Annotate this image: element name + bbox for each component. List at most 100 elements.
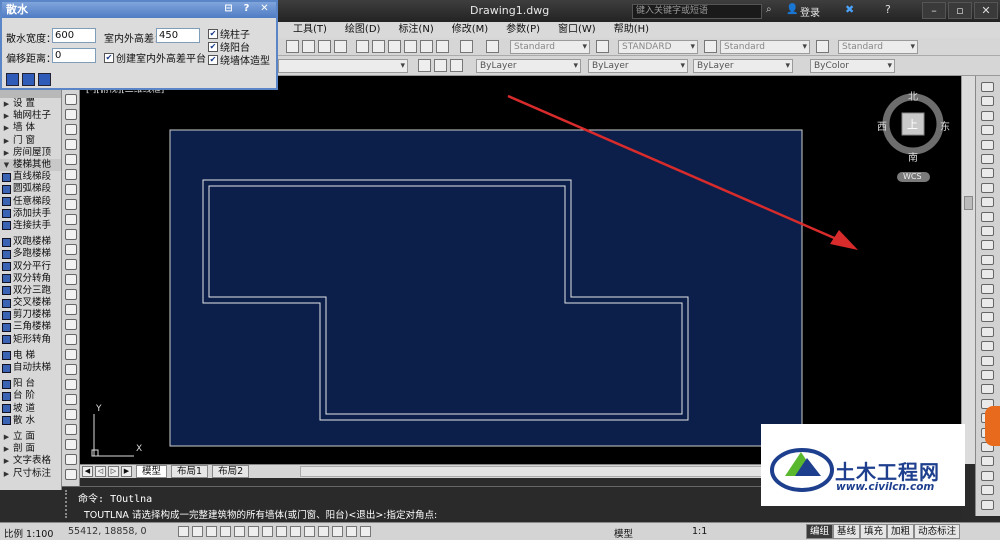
command-input-line[interactable]: TOUTLNA 请选择构成一完整建筑物的所有墙体(或门窗、阳台)<退出>:指定对… bbox=[84, 507, 437, 521]
menu-parametric[interactable]: 参数(P) bbox=[497, 22, 549, 38]
sidebar-item[interactable]: ▼ 楼梯其他 bbox=[0, 158, 61, 172]
plotstyle-select[interactable]: ByColor bbox=[810, 59, 895, 73]
tab-layout2[interactable]: 布局2 bbox=[212, 465, 250, 478]
draw-tool-icon[interactable] bbox=[65, 349, 77, 360]
draw-tool-icon[interactable] bbox=[65, 199, 77, 210]
sidebar-item[interactable]: 双分转角 bbox=[0, 273, 61, 285]
pick-point-icon[interactable] bbox=[22, 73, 35, 86]
modify-tool-icon[interactable] bbox=[981, 326, 994, 337]
draw-tool-icon[interactable] bbox=[65, 244, 77, 255]
height-diff-field[interactable]: 450 bbox=[156, 28, 200, 43]
lineweight-select[interactable]: ByLayer bbox=[693, 59, 793, 73]
sidebar-item[interactable]: 自动扶梯 bbox=[0, 362, 61, 374]
viewcube-top-face[interactable]: 上 bbox=[907, 116, 918, 132]
apron-width-field[interactable]: 600 bbox=[52, 28, 96, 43]
sidebar-item[interactable]: 电 梯 bbox=[0, 350, 61, 362]
sidebar-item[interactable]: 双跑楼梯 bbox=[0, 236, 61, 248]
draw-tool-icon[interactable] bbox=[65, 364, 77, 375]
modify-tool-icon[interactable] bbox=[981, 283, 994, 294]
compass-east[interactable]: 东 bbox=[940, 118, 950, 133]
annotation-scale[interactable]: 1:1 bbox=[692, 526, 707, 537]
pan-icon[interactable] bbox=[286, 40, 299, 53]
menu-help[interactable]: 帮助(H) bbox=[605, 22, 658, 38]
command-grip[interactable] bbox=[65, 490, 74, 518]
around-wall-checkbox[interactable]: ✔ 绕墙体造型 bbox=[208, 52, 270, 67]
sidebar-item[interactable]: 双分平行 bbox=[0, 260, 61, 272]
draw-tool-icon[interactable] bbox=[65, 229, 77, 240]
draw-tool-icon[interactable] bbox=[65, 319, 77, 330]
scale-select[interactable]: 比例 1:100 bbox=[4, 526, 53, 540]
dim-style-select[interactable]: STANDARD bbox=[618, 40, 698, 54]
modify-tool-icon[interactable] bbox=[981, 384, 994, 395]
drafting-toggle-icon[interactable] bbox=[290, 526, 301, 537]
wcs-menu[interactable]: WCS bbox=[903, 172, 922, 181]
multileader-style-icon[interactable] bbox=[816, 40, 829, 53]
scroll-thumb[interactable] bbox=[964, 196, 973, 210]
modify-tool-icon[interactable] bbox=[981, 341, 994, 352]
user-icon[interactable]: 👤 bbox=[786, 4, 798, 15]
first-tab-icon[interactable]: ◀ bbox=[82, 466, 93, 477]
tab-layout1[interactable]: 布局1 bbox=[171, 465, 209, 478]
close-icon[interactable]: ✕ bbox=[258, 3, 271, 16]
modify-tool-icon[interactable] bbox=[981, 154, 994, 164]
sidebar-item[interactable]: 圆弧梯段 bbox=[0, 183, 61, 195]
minimize-button[interactable]: – bbox=[922, 2, 946, 19]
draw-tool-icon[interactable] bbox=[65, 409, 77, 420]
search-icon[interactable]: ⌕ bbox=[766, 4, 772, 15]
modify-tool-icon[interactable] bbox=[981, 226, 994, 236]
help-toolbar-icon[interactable] bbox=[460, 40, 473, 53]
close-button[interactable]: ✕ bbox=[974, 2, 998, 19]
modify-tool-icon[interactable] bbox=[981, 298, 994, 308]
draw-tool-icon[interactable] bbox=[65, 334, 77, 345]
compass-south[interactable]: 南 bbox=[908, 149, 918, 164]
draw-tool-icon[interactable] bbox=[65, 424, 77, 435]
model-space-toggle[interactable]: 模型 bbox=[614, 526, 633, 540]
draw-tool-icon[interactable] bbox=[65, 289, 77, 300]
zoom-realtime-icon[interactable] bbox=[302, 40, 315, 53]
menu-tools[interactable]: 工具(T) bbox=[284, 22, 336, 38]
draw-tool-icon[interactable] bbox=[65, 454, 77, 465]
modify-tool-icon[interactable] bbox=[981, 240, 994, 251]
drafting-toggle-icon[interactable] bbox=[318, 526, 329, 537]
sheet-set-icon[interactable] bbox=[404, 40, 417, 53]
markup-icon[interactable] bbox=[420, 40, 433, 53]
login-link[interactable]: 登录 bbox=[800, 4, 820, 19]
drafting-toggle-icon[interactable] bbox=[206, 526, 217, 537]
offset-field[interactable]: 0 bbox=[52, 48, 96, 63]
sidebar-item[interactable]: ▶ 轴网柱子 bbox=[0, 110, 61, 122]
tool-palette-icon[interactable] bbox=[388, 40, 401, 53]
draw-tool-icon[interactable] bbox=[65, 94, 77, 105]
draw-tool-icon[interactable] bbox=[65, 274, 77, 285]
sidebar-item[interactable]: 坡 道 bbox=[0, 403, 61, 415]
modify-tool-icon[interactable] bbox=[981, 456, 994, 467]
drafting-toggle-icon[interactable] bbox=[234, 526, 245, 537]
sidebar-item[interactable]: 双分三跑 bbox=[0, 285, 61, 297]
modify-tool-icon[interactable] bbox=[981, 269, 994, 280]
sidebar-item[interactable]: 散 水 bbox=[0, 415, 61, 427]
text-style-select[interactable]: Standard bbox=[510, 40, 590, 54]
compass-north[interactable]: 北 bbox=[908, 88, 918, 103]
sidebar-item[interactable]: 交叉楼梯 bbox=[0, 297, 61, 309]
modify-tool-icon[interactable] bbox=[981, 182, 994, 193]
sidebar-item[interactable]: ▶ 设 置 bbox=[0, 98, 61, 110]
layer-select[interactable] bbox=[278, 59, 408, 73]
sidebar-item[interactable]: 添加扶手 bbox=[0, 208, 61, 220]
sidebar-item[interactable]: ▶ 立 面 bbox=[0, 431, 61, 443]
sidebar-item[interactable]: 三角楼梯 bbox=[0, 321, 61, 333]
layer-previous-icon[interactable] bbox=[418, 59, 431, 72]
drafting-toggle-icon[interactable] bbox=[192, 526, 203, 537]
sidebar-item[interactable]: 台 阶 bbox=[0, 390, 61, 402]
draw-tool-icon[interactable] bbox=[65, 184, 77, 195]
drawing-canvas[interactable]: [-][俯视][二维线框] Y X 北 南 西 东 上 WCS bbox=[80, 76, 961, 464]
draw-tool-icon[interactable] bbox=[65, 259, 77, 270]
sidebar-item[interactable]: 连接扶手 bbox=[0, 220, 61, 232]
linetype-select[interactable]: ByLayer bbox=[588, 59, 688, 73]
help-icon[interactable]: ? bbox=[240, 3, 253, 16]
sidebar-item[interactable]: ▶ 文字表格 bbox=[0, 455, 61, 467]
sidebar-item[interactable]: ▶ 尺寸标注 bbox=[0, 467, 61, 479]
fill-toggle[interactable]: 填充 bbox=[860, 524, 888, 539]
modify-tool-icon[interactable] bbox=[981, 355, 994, 366]
platform-checkbox[interactable]: ✔ 创建室内外高差平台 bbox=[104, 50, 206, 65]
sidebar-item[interactable]: ▶ 剖 面 bbox=[0, 443, 61, 455]
last-tab-icon[interactable]: ▶ bbox=[121, 466, 132, 477]
